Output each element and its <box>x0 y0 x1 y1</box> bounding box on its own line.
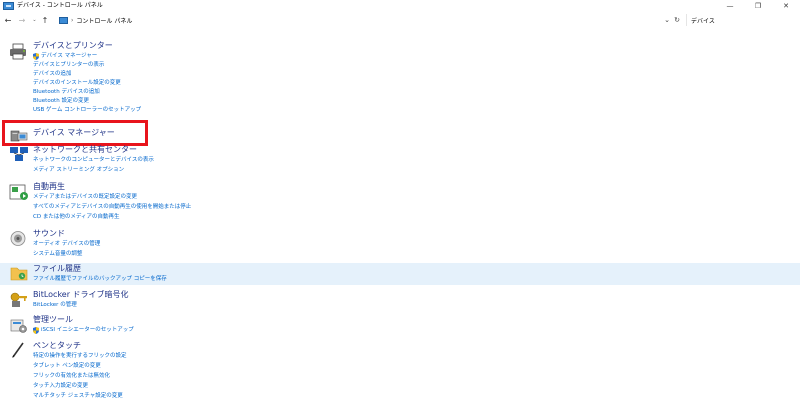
back-arrow-icon[interactable]: ← <box>3 15 13 27</box>
section-title-admin-tools[interactable]: 管理ツール <box>33 314 73 325</box>
link-usb-game-controllers[interactable]: USB ゲーム コントローラーのセットアップ <box>33 106 141 115</box>
link-manage-bitlocker[interactable]: BitLocker の管理 <box>33 301 77 310</box>
link-media-default-settings[interactable]: メディアまたはデバイスの既定設定の変更 <box>33 193 137 202</box>
link-file-history-backup[interactable]: ファイル履歴でファイルのバックアップ コピーを保存 <box>33 275 167 284</box>
printer-icon <box>10 43 26 60</box>
section-title-autoplay[interactable]: 自動再生 <box>33 181 65 192</box>
section-title-sound[interactable]: サウンド <box>33 228 65 239</box>
link-enable-disable-flicks[interactable]: フリックの有効化または無効化 <box>33 372 110 381</box>
link-manage-audio-devices[interactable]: オーディオ デバイスの管理 <box>33 240 100 249</box>
address-tools: ⌄ ↻ <box>662 14 682 26</box>
pen-icon <box>12 342 24 358</box>
forward-arrow-icon[interactable]: → <box>17 15 27 27</box>
link-view-devices-printers[interactable]: デバイスとプリンターの表示 <box>33 61 104 70</box>
autoplay-icon <box>9 184 28 200</box>
file-history-icon <box>10 267 28 281</box>
link-bluetooth-settings[interactable]: Bluetooth 設定の変更 <box>33 97 89 106</box>
breadcrumb-separator-icon: › <box>71 16 74 24</box>
close-button[interactable]: ✕ <box>772 0 800 12</box>
control-panel-icon <box>59 16 68 24</box>
admin-tools-icon <box>10 319 27 333</box>
network-icon <box>10 147 28 161</box>
link-view-network-devices[interactable]: ネットワークのコンピューターとデバイスの表示 <box>33 156 154 165</box>
address-bar: ← → ⌄ ↑ › コントロール パネル ⌄ ↻ <box>0 14 800 27</box>
chevron-down-icon[interactable]: ⌄ <box>662 16 672 24</box>
link-cd-autoplay[interactable]: CD または他のメディアの自動再生 <box>33 213 119 222</box>
minimize-button[interactable]: — <box>716 0 744 12</box>
link-flick-actions[interactable]: 特定の操作を実行するフリックの設定 <box>33 352 127 361</box>
speaker-icon <box>10 231 26 246</box>
section-title-bitlocker[interactable]: BitLocker ドライブ暗号化 <box>33 289 129 300</box>
results-list: デバイスとプリンター デバイス マネージャー デバイスとプリンターの表示 デバイ… <box>0 30 800 400</box>
link-multitouch-gestures[interactable]: マルチタッチ ジェスチャ設定の変更 <box>33 392 123 400</box>
link-media-streaming-options[interactable]: メディア ストリーミング オプション <box>33 166 124 175</box>
link-adjust-system-volume[interactable]: システム音量の調整 <box>33 250 82 259</box>
search-input[interactable] <box>687 16 800 24</box>
recent-locations-chevron-icon[interactable]: ⌄ <box>31 15 38 27</box>
link-add-device[interactable]: デバイスの追加 <box>33 70 71 79</box>
bitlocker-icon <box>10 292 27 307</box>
window-title: デバイス - コントロール パネル <box>17 2 103 9</box>
address-field[interactable]: › コントロール パネル <box>56 14 670 26</box>
section-title-devices-printers[interactable]: デバイスとプリンター <box>33 40 113 51</box>
link-device-install-settings[interactable]: デバイスのインストール設定の変更 <box>33 79 121 88</box>
up-arrow-icon[interactable]: ↑ <box>40 15 50 27</box>
window-controls: — ❐ ✕ <box>716 0 800 12</box>
link-touch-input-settings[interactable]: タッチ入力設定の変更 <box>33 382 88 391</box>
section-title-pen-touch[interactable]: ペンとタッチ <box>33 340 81 351</box>
breadcrumb-control-panel[interactable]: コントロール パネル <box>76 16 132 25</box>
annotation-highlight-box <box>2 120 148 146</box>
section-title-network-sharing[interactable]: ネットワークと共有センター <box>33 144 137 155</box>
link-tablet-pen-settings[interactable]: タブレット ペン設定の変更 <box>33 362 101 371</box>
maximize-button[interactable]: ❐ <box>744 0 772 12</box>
refresh-icon[interactable]: ↻ <box>672 16 682 24</box>
link-add-bluetooth-device[interactable]: Bluetooth デバイスの追加 <box>33 88 100 97</box>
link-iscsi-initiator[interactable]: iSCSI イニシエーターのセットアップ <box>33 326 134 335</box>
link-start-stop-autoplay[interactable]: すべてのメディアとデバイスの自動再生の使用を開始または停止 <box>33 203 191 212</box>
title-bar: デバイス - コントロール パネル — ❐ ✕ <box>0 0 800 12</box>
link-device-manager[interactable]: デバイス マネージャー <box>33 52 97 61</box>
search-box[interactable] <box>686 14 800 26</box>
section-title-file-history[interactable]: ファイル履歴 <box>33 263 81 274</box>
control-panel-icon <box>3 2 14 10</box>
